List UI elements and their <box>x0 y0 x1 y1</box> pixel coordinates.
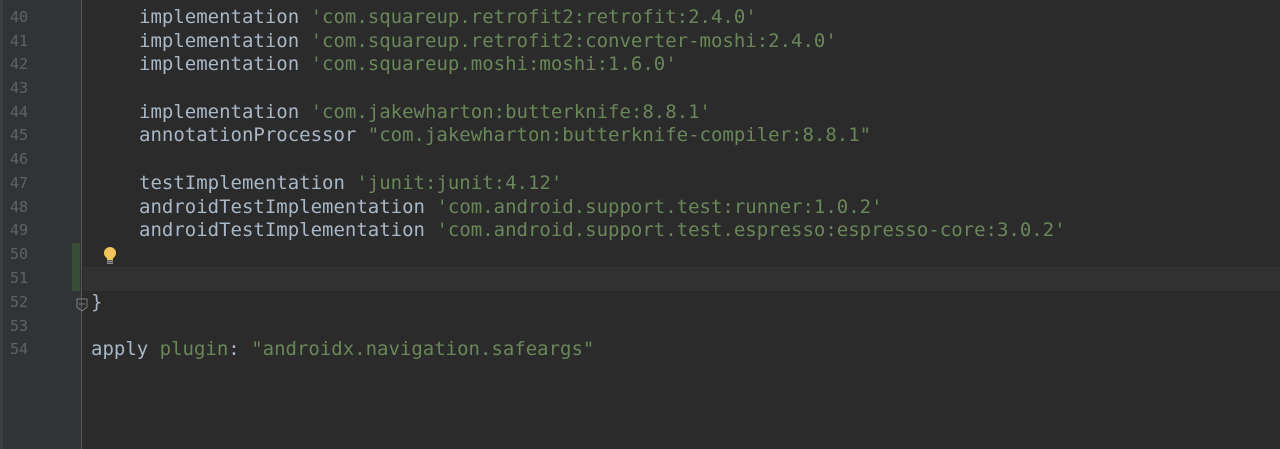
line-number-gutter[interactable]: 40 41 42 43 44 45 46 47 48 49 50 51 52 5… <box>0 0 82 449</box>
keyword: implementation <box>139 53 300 75</box>
line-number: 48 <box>10 198 29 216</box>
line-number: 53 <box>10 317 29 335</box>
keyword: androidTestImplementation <box>139 196 425 218</box>
code-line[interactable]: apply plugin: "androidx.navigation.safea… <box>91 337 594 361</box>
string-literal: 'com.android.support.test.espresso:espre… <box>436 219 1066 241</box>
current-line-highlight <box>83 267 1280 291</box>
string-literal: 'junit:junit:4.12' <box>356 172 563 194</box>
gutter-edge <box>0 0 3 449</box>
code-line[interactable]: implementation 'com.squareup.moshi:moshi… <box>91 52 677 76</box>
code-line[interactable]: implementation 'com.squareup.retrofit2:c… <box>91 29 837 53</box>
string-literal: "androidx.navigation.safeargs" <box>251 338 595 360</box>
keyword: implementation <box>139 30 300 52</box>
plugin-keyword: plugin <box>159 338 229 360</box>
keyword: annotationProcessor <box>139 124 357 146</box>
keyword: androidTestImplementation <box>139 219 425 241</box>
line-number: 49 <box>10 221 29 239</box>
keyword: implementation <box>139 101 300 123</box>
string-literal: 'com.squareup.moshi:moshi:1.6.0' <box>310 53 677 75</box>
line-number: 54 <box>10 340 29 358</box>
code-line[interactable]: androidTestImplementation 'com.android.s… <box>91 195 883 219</box>
line-number: 44 <box>10 103 29 121</box>
string-literal: 'com.android.support.test:runner:1.0.2' <box>436 196 883 218</box>
keyword: testImplementation <box>139 172 345 194</box>
line-number: 43 <box>10 79 29 97</box>
line-number: 45 <box>10 126 29 144</box>
keyword: implementation <box>139 6 300 28</box>
line-number: 40 <box>10 8 29 26</box>
fold-end-icon[interactable] <box>76 295 88 312</box>
lightbulb-icon[interactable] <box>101 246 119 266</box>
closing-brace: } <box>91 291 103 313</box>
line-number: 47 <box>10 174 29 192</box>
vcs-change-marker[interactable] <box>72 243 80 291</box>
line-number: 41 <box>10 32 29 50</box>
colon: : <box>228 338 240 360</box>
code-line[interactable]: implementation 'com.jakewharton:butterkn… <box>91 100 711 124</box>
string-literal: 'com.squareup.retrofit2:retrofit:2.4.0' <box>310 6 757 28</box>
code-line[interactable]: androidTestImplementation 'com.android.s… <box>91 218 1066 242</box>
line-number: 46 <box>10 150 29 168</box>
string-literal: 'com.jakewharton:butterknife:8.8.1' <box>310 101 711 123</box>
line-number: 42 <box>10 55 29 73</box>
code-line[interactable]: testImplementation 'junit:junit:4.12' <box>91 171 562 195</box>
code-line[interactable]: implementation 'com.squareup.retrofit2:r… <box>91 5 757 29</box>
code-line[interactable]: } <box>91 290 102 314</box>
code-line[interactable]: annotationProcessor "com.jakewharton:but… <box>91 123 871 147</box>
string-literal: "com.jakewharton:butterknife-compiler:8.… <box>367 124 872 146</box>
line-number: 50 <box>10 245 29 263</box>
line-number: 52 <box>10 293 29 311</box>
line-number: 51 <box>10 269 29 287</box>
keyword: apply <box>91 338 149 360</box>
string-literal: 'com.squareup.retrofit2:converter-moshi:… <box>310 30 837 52</box>
code-editor[interactable]: 40 41 42 43 44 45 46 47 48 49 50 51 52 5… <box>0 0 1280 449</box>
